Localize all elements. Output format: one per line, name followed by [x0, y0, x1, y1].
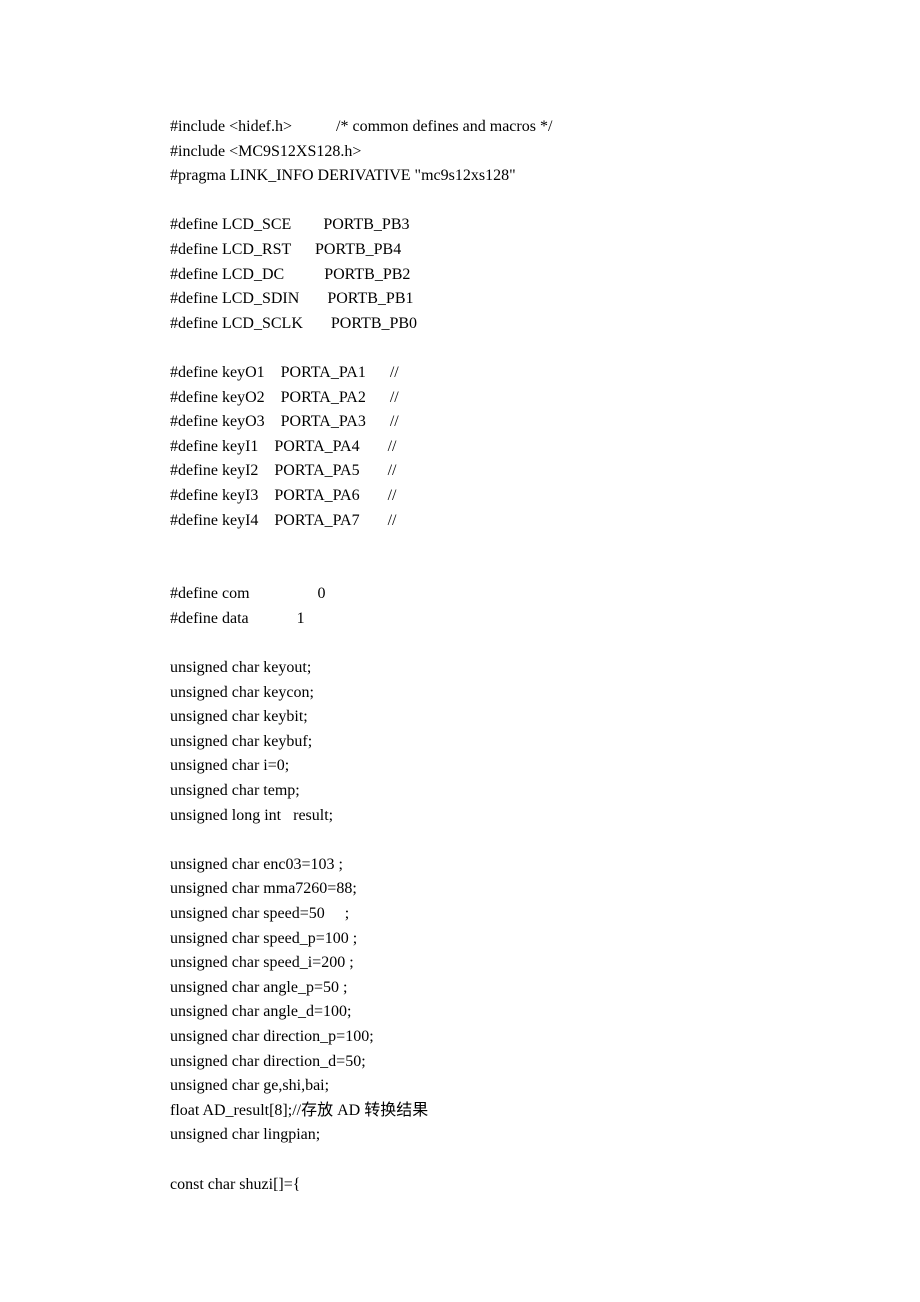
code-line: unsigned char ge,shi,bai;	[170, 1077, 329, 1094]
code-line: unsigned char lingpian;	[170, 1126, 320, 1143]
code-line: const char shuzi[]={	[170, 1176, 300, 1193]
code-line: unsigned char direction_p=100;	[170, 1028, 374, 1045]
code-line: unsigned char direction_d=50;	[170, 1053, 366, 1070]
code-line: #define LCD_SDIN PORTB_PB1	[170, 290, 414, 307]
code-line: #define com 0	[170, 585, 326, 602]
code-line: unsigned long int result;	[170, 807, 333, 824]
code-line: #include <MC9S12XS128.h>	[170, 143, 361, 160]
code-line: unsigned char keycon;	[170, 684, 314, 701]
code-line: unsigned char speed_i=200 ;	[170, 954, 354, 971]
code-line: unsigned char keyout;	[170, 659, 311, 676]
code-line: unsigned char i=0;	[170, 757, 289, 774]
code-line: unsigned char angle_d=100;	[170, 1003, 351, 1020]
code-line: float AD_result[8];//存放 AD 转换结果	[170, 1102, 428, 1119]
code-line: #define LCD_RST PORTB_PB4	[170, 241, 401, 258]
code-line: #define keyI1 PORTA_PA4 //	[170, 438, 397, 455]
code-line: #define keyO2 PORTA_PA2 //	[170, 389, 399, 406]
code-line: unsigned char angle_p=50 ;	[170, 979, 347, 996]
code-line: #define LCD_SCLK PORTB_PB0	[170, 315, 417, 332]
code-line: unsigned char keybuf;	[170, 733, 312, 750]
code-line: unsigned char keybit;	[170, 708, 308, 725]
code-line: #define keyO3 PORTA_PA3 //	[170, 413, 399, 430]
code-line: #define LCD_DC PORTB_PB2	[170, 266, 410, 283]
code-line: unsigned char speed=50 ;	[170, 905, 349, 922]
code-line: #define keyI3 PORTA_PA6 //	[170, 487, 397, 504]
code-line: #include <hidef.h> /* common defines and…	[170, 118, 552, 135]
code-line: unsigned char speed_p=100 ;	[170, 930, 357, 947]
code-line: #define keyI2 PORTA_PA5 //	[170, 462, 397, 479]
code-line: unsigned char mma7260=88;	[170, 880, 357, 897]
code-line: #define LCD_SCE PORTB_PB3	[170, 216, 410, 233]
code-line: unsigned char temp;	[170, 782, 300, 799]
code-line: #define data 1	[170, 610, 305, 627]
code-line: #pragma LINK_INFO DERIVATIVE "mc9s12xs12…	[170, 167, 516, 184]
code-line: #define keyO1 PORTA_PA1 //	[170, 364, 399, 381]
code-line: #define keyI4 PORTA_PA7 //	[170, 512, 397, 529]
code-line: unsigned char enc03=103 ;	[170, 856, 343, 873]
document-page: #include <hidef.h> /* common defines and…	[0, 0, 920, 1302]
